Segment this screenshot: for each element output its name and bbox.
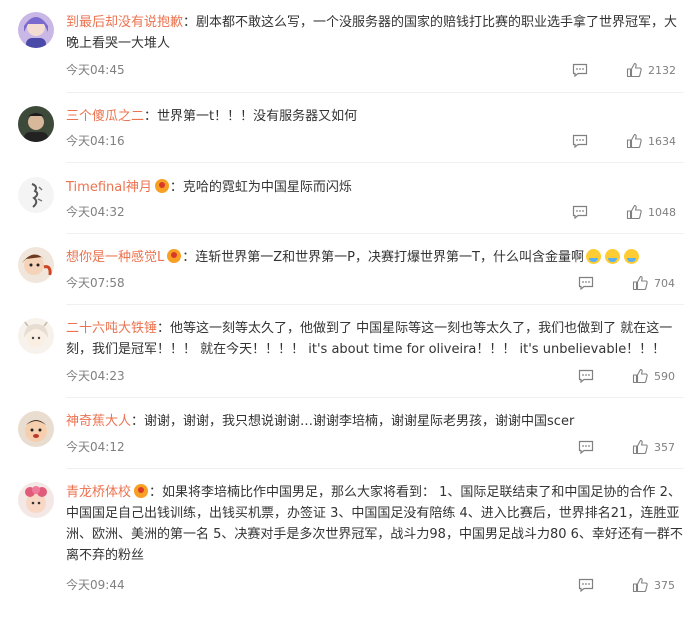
divider xyxy=(66,468,684,469)
avatar[interactable] xyxy=(18,411,54,447)
comment-time: 今天04:16 xyxy=(66,134,125,148)
comment-body: 三个傻瓜之二：世界第一t！！！没有服务器又如何 xyxy=(66,106,684,127)
comment-body: 青龙桥体校 ：如果将李培楠比作中国男足，那么大家将看到： 1、国际足联结束了和中国… xyxy=(66,482,684,566)
comment-bubble-icon[interactable] xyxy=(578,369,594,384)
comment-bubble-icon[interactable] xyxy=(578,440,594,455)
comment-text: 连斩世界第一Z和世界第一P，决赛打爆世界第一T，什么叫含金量啊 xyxy=(195,250,584,265)
thumbs-up-icon xyxy=(626,62,642,78)
thumbs-up-icon xyxy=(632,439,648,455)
comment-meta: 今天04:23 590 xyxy=(66,366,675,386)
comment-text: 世界第一t！！！没有服务器又如何 xyxy=(157,109,358,124)
like-count: 1048 xyxy=(648,206,676,219)
comment-bubble-icon[interactable] xyxy=(572,134,588,149)
comment-bubble-icon[interactable] xyxy=(578,276,594,291)
avatar[interactable] xyxy=(18,482,54,518)
comment-text: 谢谢，谢谢，我只想说谢谢…谢谢李培楠，谢谢星际老男孩，谢谢中国scer xyxy=(144,414,575,429)
divider xyxy=(66,92,684,93)
comment-text: 克哈的霓虹为中国星际而闪烁 xyxy=(182,180,352,195)
avatar[interactable] xyxy=(18,177,54,213)
comment-time: 今天09:44 xyxy=(66,578,125,592)
like-count: 375 xyxy=(654,579,675,592)
comment-bubble-icon[interactable] xyxy=(578,578,594,593)
thumbs-up-icon xyxy=(632,368,648,384)
crying-emoji-icon xyxy=(604,249,620,264)
divider xyxy=(66,233,684,234)
avatar[interactable] xyxy=(18,12,54,48)
avatar[interactable] xyxy=(18,106,54,142)
thumbs-up-icon xyxy=(632,275,648,291)
comment-time: 今天07:58 xyxy=(66,276,125,290)
colon: ： xyxy=(169,180,183,195)
thumbs-up-icon xyxy=(632,577,648,593)
like-count: 590 xyxy=(654,370,675,383)
comment-time: 今天04:23 xyxy=(66,369,125,383)
comment-bubble-icon[interactable] xyxy=(572,63,588,78)
comment-meta: 今天04:32 1048 xyxy=(66,202,676,222)
vip-badge-icon[interactable] xyxy=(154,179,169,193)
thumbs-up-icon xyxy=(626,204,642,220)
colon: ： xyxy=(157,321,171,336)
username-link[interactable]: 想你是一种感觉L xyxy=(66,250,164,265)
colon: ： xyxy=(144,109,158,124)
like-count: 1634 xyxy=(648,135,676,148)
divider xyxy=(66,397,684,398)
comment-body: Timefinal神月 ：克哈的霓虹为中国星际而闪烁 xyxy=(66,177,684,198)
divider xyxy=(66,304,684,305)
username-link[interactable]: 青龙桥体校 xyxy=(66,485,131,500)
like-count: 357 xyxy=(654,441,675,454)
like-count: 2132 xyxy=(648,64,676,77)
comment-meta: 今天04:12 357 xyxy=(66,437,675,457)
colon: ： xyxy=(131,414,145,429)
colon: ： xyxy=(182,250,196,265)
divider xyxy=(66,162,684,163)
comment-time: 今天04:12 xyxy=(66,440,125,454)
comment-meta: 今天07:58 704 xyxy=(66,273,675,293)
comment-meta: 今天04:45 2132 xyxy=(66,60,676,80)
colon: ： xyxy=(149,485,163,500)
comment-time: 今天04:32 xyxy=(66,205,125,219)
username-link[interactable]: 三个傻瓜之二 xyxy=(66,109,144,124)
comment-bubble-icon[interactable] xyxy=(572,205,588,220)
avatar[interactable] xyxy=(18,247,54,283)
avatar[interactable] xyxy=(18,318,54,354)
crying-emoji-icon xyxy=(585,249,601,264)
comment-body: 二十六吨大铁锤：他等这一刻等太久了，他做到了 中国星际等这一刻也等太久了，我们也… xyxy=(66,318,684,360)
comment-body: 到最后却没有说抱歉：剧本都不敢这么写，一个没服务器的国家的赔钱打比赛的职业选手拿… xyxy=(66,12,684,54)
comment-time: 今天04:45 xyxy=(66,63,125,77)
username-link[interactable]: 二十六吨大铁锤 xyxy=(66,321,157,336)
colon: ： xyxy=(183,15,197,30)
crying-emoji-icon xyxy=(623,249,639,264)
comment-body: 想你是一种感觉L ：连斩世界第一Z和世界第一P，决赛打爆世界第一T，什么叫含金量啊 xyxy=(66,247,684,268)
vip-badge-icon[interactable] xyxy=(167,249,182,263)
comment-meta: 今天09:44 375 xyxy=(66,575,675,595)
username-link[interactable]: 到最后却没有说抱歉 xyxy=(66,15,183,30)
vip-badge-icon[interactable] xyxy=(134,484,149,498)
thumbs-up-icon xyxy=(626,133,642,149)
comment-body: 神奇蕉大人：谢谢，谢谢，我只想说谢谢…谢谢李培楠，谢谢星际老男孩，谢谢中国sce… xyxy=(66,411,684,432)
username-link[interactable]: 神奇蕉大人 xyxy=(66,414,131,429)
like-count: 704 xyxy=(654,277,675,290)
username-link[interactable]: Timefinal神月 xyxy=(66,180,152,195)
comment-meta: 今天04:16 1634 xyxy=(66,131,676,151)
